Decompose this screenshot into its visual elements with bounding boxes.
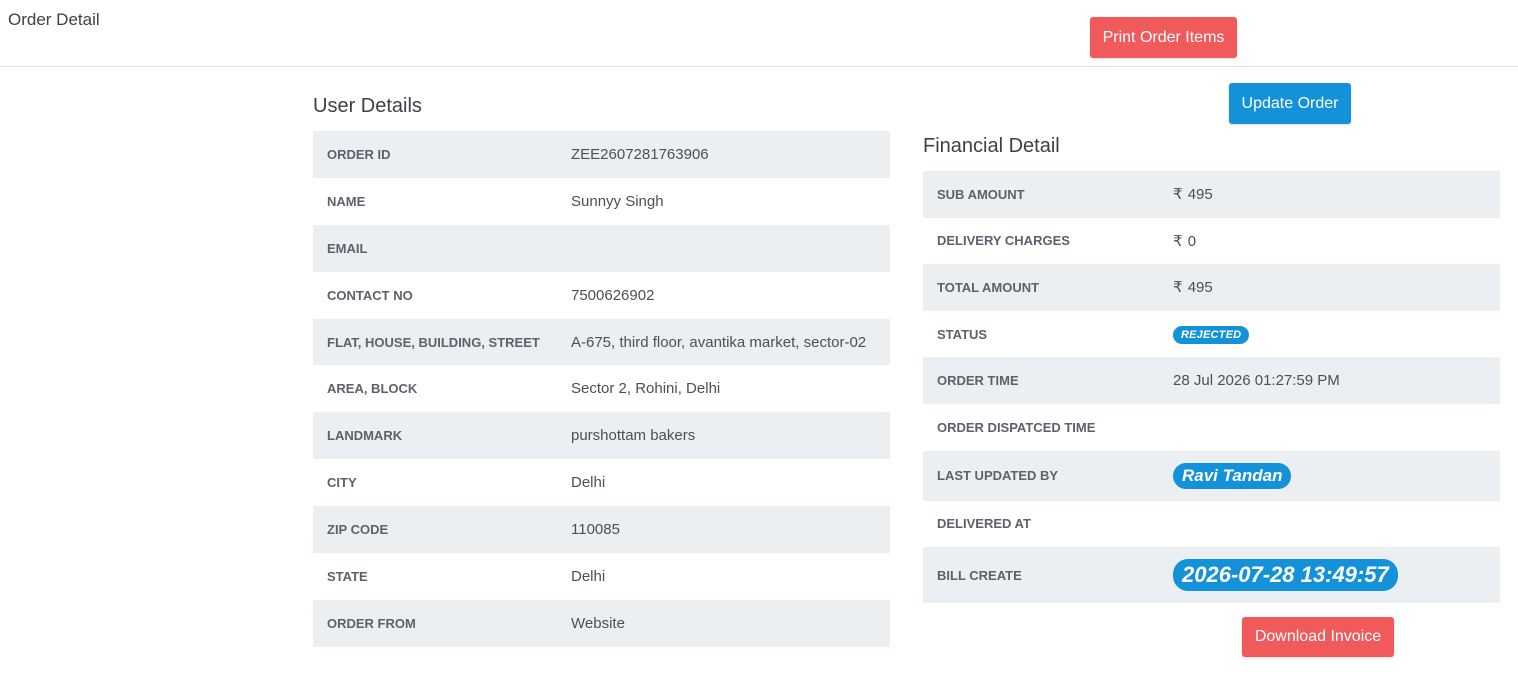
update-order-button[interactable]: Update Order	[1229, 83, 1351, 124]
table-row: CONTACT NO 7500626902	[313, 272, 890, 319]
row-label: TOTAL AMOUNT	[923, 264, 1159, 311]
row-label: CITY	[327, 475, 357, 491]
status-badge: REJECTED	[1173, 325, 1250, 344]
user-details-table: ORDER ID ZEE2607281763906 NAME Sunnyy Si…	[313, 131, 890, 647]
row-label: ORDER DISPATCED TIME	[937, 419, 1096, 435]
table-row: TOTAL AMOUNT ₹ 495	[923, 264, 1500, 311]
row-label: STATUS	[937, 326, 988, 342]
zip-code-value: 110085	[557, 506, 890, 554]
landmark-value: purshottam bakers	[557, 412, 890, 460]
row-label: ORDER FROM	[313, 599, 557, 647]
row-label: ZIP CODE	[313, 506, 557, 554]
table-row: FLAT, HOUSE, BUILDING, STREET A-675, thi…	[313, 318, 890, 366]
street-value: A-675, third floor, avantika market, sec…	[557, 318, 890, 366]
financial-detail-title: Financial Detail	[923, 135, 1060, 157]
rupee-symbol: ₹	[1173, 279, 1183, 297]
row-label: EMAIL	[313, 224, 557, 272]
sub-amount-value: ₹ 495	[1159, 171, 1500, 218]
table-row: CITY Delhi	[313, 459, 890, 506]
state-value: Delhi	[571, 567, 606, 585]
download-invoice-button[interactable]: Download Invoice	[1242, 617, 1394, 657]
status-value: REJECTED	[1159, 311, 1500, 358]
contact-no-value: 7500626902	[571, 286, 655, 304]
email-value	[557, 224, 890, 272]
table-row: ORDER FROM Website	[313, 599, 890, 647]
table-row: STATUS REJECTED	[923, 311, 1500, 358]
table-row: EMAIL	[313, 224, 890, 272]
table-row: ORDER TIME 28 Jul 2026 01:27:59 PM	[923, 357, 1500, 404]
table-row: ZIP CODE 110085	[313, 506, 890, 554]
row-label: ORDER ID	[313, 131, 557, 178]
print-order-items-button[interactable]: Print Order Items	[1090, 17, 1237, 58]
order-from-value: Website	[557, 599, 890, 647]
rupee-symbol: ₹	[1173, 186, 1183, 204]
header-divider	[0, 66, 1518, 67]
row-label: AREA, BLOCK	[327, 381, 418, 397]
table-row: DELIVERY CHARGES ₹ 0	[923, 218, 1500, 265]
rupee-symbol: ₹	[1173, 232, 1183, 250]
table-row: LANDMARK purshottam bakers	[313, 412, 890, 460]
row-label: ORDER TIME	[923, 357, 1159, 404]
updated-by-badge: Ravi Tandan	[1173, 462, 1292, 489]
row-label: DELIVERY CHARGES	[937, 233, 1070, 249]
row-label: LANDMARK	[313, 412, 557, 460]
table-row: ORDER DISPATCED TIME	[923, 404, 1500, 451]
last-updated-by-value: Ravi Tandan	[1159, 450, 1500, 501]
row-label: SUB AMOUNT	[923, 171, 1159, 218]
row-label: DELIVERED AT	[937, 516, 1031, 532]
area-block-value: Sector 2, Rohini, Delhi	[571, 380, 721, 398]
order-time-value: 28 Jul 2026 01:27:59 PM	[1159, 357, 1500, 404]
row-label: FLAT, HOUSE, BUILDING, STREET	[313, 318, 557, 366]
financial-detail-table: SUB AMOUNT ₹ 495 DELIVERY CHARGES ₹ 0 TO…	[923, 171, 1500, 604]
delivery-charges-number: 0	[1187, 232, 1197, 250]
sub-amount-number: 495	[1187, 186, 1213, 204]
user-details-title: User Details	[313, 95, 422, 117]
delivery-charges-value: ₹ 0	[1159, 218, 1500, 265]
city-value: Delhi	[571, 474, 606, 492]
delivered-at-value	[1159, 501, 1500, 548]
total-amount-number: 495	[1187, 279, 1213, 297]
dispatched-time-value	[1159, 404, 1500, 451]
row-label: NAME	[327, 193, 366, 209]
table-row: NAME Sunnyy Singh	[313, 178, 890, 225]
table-row: ORDER ID ZEE2607281763906	[313, 131, 890, 178]
row-label: LAST UPDATED BY	[923, 450, 1159, 501]
table-row: SUB AMOUNT ₹ 495	[923, 171, 1500, 218]
name-value: Sunnyy Singh	[571, 192, 664, 210]
table-row: LAST UPDATED BY Ravi Tandan	[923, 450, 1500, 501]
table-row: AREA, BLOCK Sector 2, Rohini, Delhi	[313, 365, 890, 412]
row-label: CONTACT NO	[327, 287, 413, 303]
order-id-value: ZEE2607281763906	[557, 131, 890, 178]
table-row: DELIVERED AT	[923, 501, 1500, 548]
table-row: BILL CREATE 2026-07-28 13:49:57	[923, 547, 1500, 604]
page-title: Order Detail	[8, 10, 100, 29]
bill-create-value: 2026-07-28 13:49:57	[1159, 547, 1500, 604]
row-label: BILL CREATE	[923, 547, 1159, 604]
table-row: STATE Delhi	[313, 553, 890, 600]
bill-create-badge: 2026-07-28 13:49:57	[1173, 559, 1398, 592]
row-label: STATE	[327, 568, 368, 584]
total-amount-value: ₹ 495	[1159, 264, 1500, 311]
